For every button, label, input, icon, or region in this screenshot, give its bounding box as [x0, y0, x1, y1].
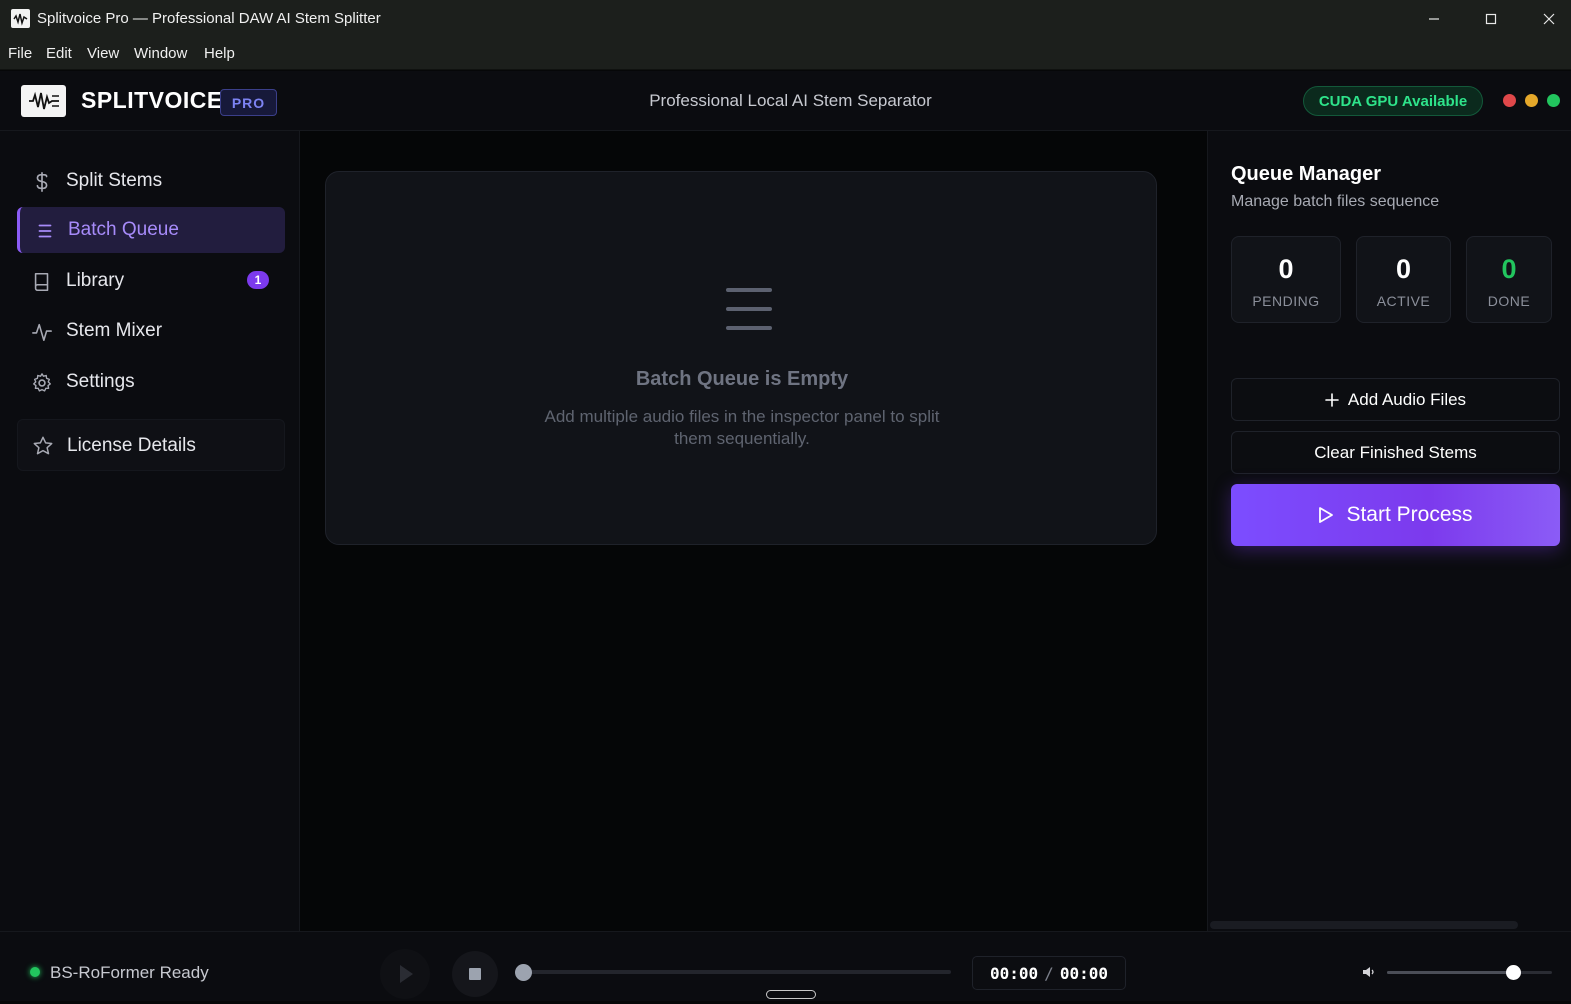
status-light-red [1503, 94, 1516, 107]
activity-icon [32, 323, 52, 342]
list-icon [726, 288, 772, 330]
sidebar-item-settings[interactable]: Settings [17, 359, 285, 405]
stop-button[interactable] [452, 951, 498, 997]
stat-done: 0 DONE [1466, 236, 1552, 323]
start-process-button[interactable]: Start Process [1231, 484, 1560, 546]
gpu-status-badge: CUDA GPU Available [1303, 86, 1483, 116]
queue-manager-panel: Queue Manager Manage batch files sequenc… [1207, 131, 1571, 931]
maximize-icon [1485, 13, 1497, 25]
sidebar-item-label: Split Stems [66, 170, 163, 191]
stat-label: DONE [1487, 293, 1531, 309]
sidebar-item-label: Batch Queue [68, 219, 179, 240]
window-titlebar: Splitvoice Pro — Professional DAW AI Ste… [0, 0, 1571, 38]
stat-label: PENDING [1252, 293, 1320, 309]
play-icon [400, 965, 413, 983]
horizontal-scrollbar[interactable] [1210, 921, 1518, 929]
playback-progress-track[interactable] [523, 970, 951, 974]
minimize-icon [1429, 18, 1439, 20]
gear-icon [33, 373, 51, 392]
drag-handle[interactable] [766, 990, 816, 999]
current-time: 00:00 [990, 963, 1039, 983]
stat-pending: 0 PENDING [1231, 236, 1341, 323]
queue-manager-title: Queue Manager [1231, 163, 1382, 185]
menu-file[interactable]: File [8, 45, 32, 62]
model-status-text: BS-RoFormer Ready [50, 963, 209, 982]
start-process-label: Start Process [1346, 503, 1473, 526]
add-audio-files-label: Add Audio Files [1347, 389, 1467, 409]
sidebar: Split Stems Batch Queue Library 1 Stem M… [0, 131, 300, 931]
minimize-button[interactable] [1405, 0, 1463, 38]
time-display: 00:00 / 00:00 [972, 956, 1126, 990]
sidebar-item-label: Settings [66, 371, 135, 392]
sidebar-item-label: Library [66, 270, 125, 291]
close-icon [1543, 13, 1555, 25]
stat-active: 0 ACTIVE [1356, 236, 1451, 323]
license-details-label: License Details [67, 435, 196, 456]
total-time: 00:00 [1059, 963, 1108, 983]
sidebar-item-library[interactable]: Library 1 [17, 258, 285, 304]
close-button[interactable] [1520, 0, 1571, 38]
empty-queue-title: Batch Queue is Empty [635, 368, 849, 390]
status-light-yellow [1525, 94, 1538, 107]
menu-bar: File Edit View Window Help [0, 38, 1571, 70]
book-icon [34, 272, 49, 292]
menu-help[interactable]: Help [204, 45, 235, 62]
plus-icon [1325, 392, 1339, 407]
player-bar: BS-RoFormer Ready 00:00 / 00:00 [0, 931, 1571, 1001]
volume-slider-fill [1387, 971, 1516, 974]
sidebar-item-split-stems[interactable]: Split Stems [17, 158, 285, 204]
time-separator: / [1044, 963, 1054, 983]
queue-manager-subtitle: Manage batch files sequence [1231, 193, 1440, 210]
sidebar-item-label: Stem Mixer [66, 320, 163, 341]
playback-progress-knob[interactable] [515, 964, 532, 981]
stat-label: ACTIVE [1376, 293, 1431, 309]
clear-finished-stems-button[interactable]: Clear Finished Stems [1231, 431, 1560, 474]
window-title: Splitvoice Pro — Professional DAW AI Ste… [37, 10, 381, 27]
menu-view[interactable]: View [87, 45, 119, 62]
ready-status-dot [30, 967, 40, 977]
library-count-badge: 1 [247, 271, 269, 289]
volume-icon[interactable] [1361, 965, 1377, 979]
maximize-button[interactable] [1462, 0, 1520, 38]
stat-value: 0 [1278, 254, 1294, 284]
list-icon [38, 224, 52, 238]
menu-edit[interactable]: Edit [46, 45, 72, 62]
main-content: Batch Queue is Empty Add multiple audio … [300, 131, 1207, 931]
stat-value: 0 [1501, 254, 1517, 284]
play-button[interactable] [380, 949, 430, 999]
app-header: SPLITVOICE PRO Professional Local AI Ste… [0, 71, 1571, 131]
app-icon [11, 9, 30, 28]
stop-icon [469, 968, 481, 980]
empty-queue-card: Batch Queue is Empty Add multiple audio … [325, 171, 1157, 545]
sidebar-item-stem-mixer[interactable]: Stem Mixer [17, 308, 285, 354]
stat-value: 0 [1395, 254, 1412, 284]
add-audio-files-button[interactable]: Add Audio Files [1231, 378, 1560, 421]
dollar-icon [36, 172, 48, 192]
menu-window[interactable]: Window [134, 45, 187, 62]
license-details-button[interactable]: License Details [17, 419, 285, 471]
clear-finished-stems-label: Clear Finished Stems [1314, 442, 1477, 462]
volume-slider-knob[interactable] [1506, 965, 1521, 980]
play-icon [1319, 507, 1334, 523]
empty-queue-description: Add multiple audio files in the inspecto… [544, 407, 940, 448]
star-icon [33, 436, 53, 455]
volume-slider-track[interactable] [1387, 971, 1552, 974]
status-light-green [1547, 94, 1560, 107]
sidebar-item-batch-queue[interactable]: Batch Queue [17, 207, 285, 253]
